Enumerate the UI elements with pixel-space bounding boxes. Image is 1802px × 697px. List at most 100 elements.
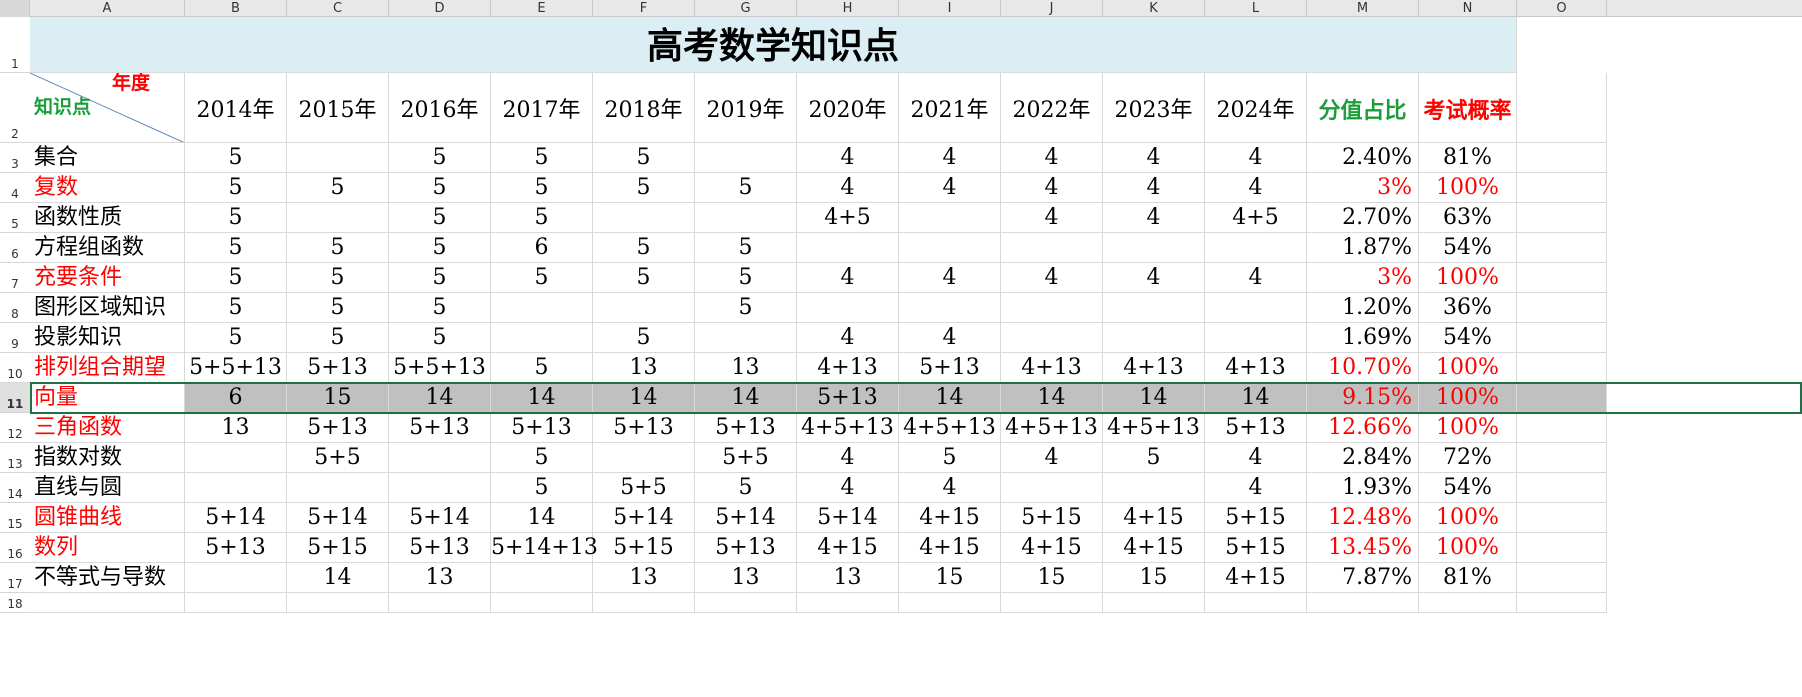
topic-name[interactable]: 图形区域知识 (30, 293, 185, 323)
probability-cell[interactable]: 100% (1419, 503, 1517, 533)
score-cell[interactable]: 4 (899, 173, 1001, 203)
score-cell[interactable] (1103, 323, 1205, 353)
probability-cell[interactable]: 100% (1419, 533, 1517, 563)
score-cell[interactable]: 5 (389, 203, 491, 233)
score-cell[interactable]: 4 (1001, 263, 1103, 293)
empty-cell[interactable] (1517, 503, 1607, 533)
empty-cell[interactable] (1517, 293, 1607, 323)
empty-cell[interactable] (1517, 593, 1607, 613)
topic-name[interactable]: 三角函数 (30, 413, 185, 443)
score-cell[interactable]: 5 (287, 263, 389, 293)
score-cell[interactable]: 5+13 (287, 413, 389, 443)
score-cell[interactable]: 5 (185, 263, 287, 293)
score-cell[interactable]: 5 (389, 173, 491, 203)
column-header-b[interactable]: B (185, 0, 287, 17)
score-cell[interactable]: 4 (1001, 203, 1103, 233)
score-cell[interactable]: 4+5+13 (899, 413, 1001, 443)
score-cell[interactable] (593, 293, 695, 323)
score-cell[interactable]: 4 (1103, 173, 1205, 203)
topic-name[interactable]: 充要条件 (30, 263, 185, 293)
score-cell[interactable]: 5+14 (593, 503, 695, 533)
score-cell[interactable]: 5+13 (797, 383, 899, 413)
topic-name[interactable]: 集合 (30, 143, 185, 173)
share-cell[interactable]: 1.87% (1307, 233, 1419, 263)
empty-cell-o2[interactable] (1517, 73, 1607, 143)
score-cell[interactable]: 5+13 (389, 413, 491, 443)
score-cell[interactable]: 15 (1001, 563, 1103, 593)
score-cell[interactable]: 4+15 (899, 533, 1001, 563)
score-cell[interactable]: 4 (1205, 263, 1307, 293)
score-cell[interactable]: 15 (899, 563, 1001, 593)
score-cell[interactable]: 14 (695, 383, 797, 413)
score-cell[interactable] (389, 443, 491, 473)
score-cell[interactable]: 5 (185, 233, 287, 263)
score-cell[interactable]: 5+14 (185, 503, 287, 533)
score-cell[interactable]: 4 (797, 143, 899, 173)
score-cell[interactable]: 4 (1205, 443, 1307, 473)
score-cell[interactable]: 13 (695, 353, 797, 383)
sheet-title[interactable]: 高考数学知识点 (30, 17, 1517, 73)
column-header-m[interactable]: M (1307, 0, 1419, 17)
empty-cell[interactable] (1517, 323, 1607, 353)
year-header-2014[interactable]: 2014年 (185, 73, 287, 143)
score-cell[interactable]: 5+5+13 (185, 353, 287, 383)
score-cell[interactable]: 5+13 (695, 533, 797, 563)
score-cell[interactable]: 4 (797, 473, 899, 503)
score-cell[interactable]: 5 (491, 143, 593, 173)
column-header-e[interactable]: E (491, 0, 593, 17)
score-cell[interactable]: 4+5+13 (1103, 413, 1205, 443)
score-cell[interactable] (797, 233, 899, 263)
score-cell[interactable]: 4 (797, 323, 899, 353)
score-cell[interactable]: 5+13 (899, 353, 1001, 383)
row-header-5[interactable]: 5 (0, 203, 30, 233)
score-cell[interactable]: 4 (1103, 143, 1205, 173)
topic-name[interactable]: 投影知识 (30, 323, 185, 353)
score-cell[interactable]: 5 (695, 173, 797, 203)
empty-cell[interactable] (389, 593, 491, 613)
score-cell[interactable]: 5+5+13 (389, 353, 491, 383)
empty-cell[interactable] (185, 593, 287, 613)
score-cell[interactable]: 5 (185, 143, 287, 173)
score-cell[interactable] (593, 443, 695, 473)
score-cell[interactable] (899, 203, 1001, 233)
score-cell[interactable] (185, 563, 287, 593)
score-cell[interactable] (287, 143, 389, 173)
score-cell[interactable]: 14 (899, 383, 1001, 413)
probability-cell[interactable]: 81% (1419, 563, 1517, 593)
row-header-14[interactable]: 14 (0, 473, 30, 503)
score-cell[interactable]: 13 (593, 563, 695, 593)
score-cell[interactable]: 4 (899, 263, 1001, 293)
empty-cell[interactable] (287, 593, 389, 613)
score-cell[interactable] (695, 323, 797, 353)
score-cell[interactable]: 4 (899, 473, 1001, 503)
score-cell[interactable]: 4 (1001, 173, 1103, 203)
score-cell[interactable]: 5 (389, 293, 491, 323)
score-cell[interactable]: 4+5+13 (1001, 413, 1103, 443)
score-cell[interactable] (185, 473, 287, 503)
score-cell[interactable]: 5 (491, 473, 593, 503)
score-cell[interactable]: 5 (287, 323, 389, 353)
year-header-2015[interactable]: 2015年 (287, 73, 389, 143)
row-header-8[interactable]: 8 (0, 293, 30, 323)
score-cell[interactable]: 5 (593, 323, 695, 353)
probability-cell[interactable]: 72% (1419, 443, 1517, 473)
score-cell[interactable]: 5 (491, 443, 593, 473)
score-cell[interactable]: 4 (797, 443, 899, 473)
topic-name[interactable]: 直线与圆 (30, 473, 185, 503)
score-cell[interactable]: 4+13 (797, 353, 899, 383)
score-cell[interactable] (695, 143, 797, 173)
score-cell[interactable] (695, 203, 797, 233)
row-header-18[interactable]: 18 (0, 593, 30, 613)
empty-cell[interactable] (1517, 353, 1607, 383)
score-cell[interactable]: 4+15 (797, 533, 899, 563)
score-cell[interactable]: 4+13 (1001, 353, 1103, 383)
score-cell[interactable]: 5+15 (287, 533, 389, 563)
row-header-17[interactable]: 17 (0, 563, 30, 593)
score-cell[interactable] (491, 323, 593, 353)
row-header-2[interactable]: 2 (0, 73, 30, 143)
empty-cell[interactable] (1001, 593, 1103, 613)
empty-cell[interactable] (1307, 593, 1419, 613)
score-cell[interactable] (491, 563, 593, 593)
topic-name[interactable]: 排列组合期望 (30, 353, 185, 383)
score-cell[interactable]: 5+14 (389, 503, 491, 533)
